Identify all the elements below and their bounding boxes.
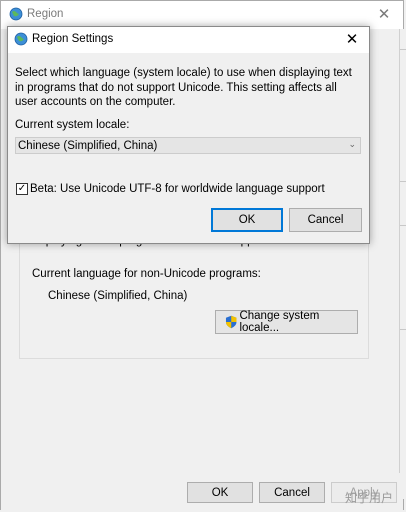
- system-locale-label: Current system locale:: [15, 119, 130, 131]
- current-language-value: Chinese (Simplified, China): [48, 290, 188, 302]
- current-language-label: Current language for non-Unicode program…: [32, 268, 261, 280]
- region-close-icon[interactable]: ✕: [373, 4, 395, 26]
- utf8-checkbox-label[interactable]: Beta: Use Unicode UTF-8 for worldwide la…: [30, 183, 325, 195]
- scrollbar-strip: [399, 29, 406, 499]
- dialog-ok-button[interactable]: OK: [211, 208, 283, 232]
- region-ok-button[interactable]: OK: [187, 482, 253, 503]
- change-system-locale-label: Change system locale...: [239, 310, 320, 334]
- checkmark-icon: ✓: [17, 183, 27, 194]
- globe-icon: [9, 7, 23, 21]
- change-system-locale-button[interactable]: Change system locale...: [215, 310, 358, 334]
- system-locale-value: Chinese (Simplified, China): [18, 139, 158, 152]
- shield-icon: [225, 315, 237, 329]
- dropdown-arrow-icon: ⌄: [348, 139, 356, 149]
- region-button-bar: OK Cancel Apply: [1, 473, 403, 511]
- dialog-titlebar: Region Settings ✕: [8, 27, 369, 53]
- region-window-title: Region: [27, 8, 64, 20]
- watermark: 知乎用户: [345, 491, 394, 505]
- dialog-cancel-button[interactable]: Cancel: [289, 208, 362, 232]
- dialog-close-icon[interactable]: ✕: [341, 29, 363, 51]
- region-cancel-button[interactable]: Cancel: [259, 482, 325, 503]
- region-settings-dialog: Region Settings ✕ Select which language …: [7, 26, 370, 244]
- utf8-checkbox[interactable]: ✓: [16, 183, 28, 195]
- dialog-description: Select which language (system locale) to…: [15, 67, 352, 108]
- globe-icon: [14, 32, 28, 46]
- region-titlebar: Region ✕: [1, 1, 403, 29]
- system-locale-select[interactable]: Chinese (Simplified, China) ⌄: [15, 137, 361, 154]
- dialog-title: Region Settings: [32, 33, 114, 45]
